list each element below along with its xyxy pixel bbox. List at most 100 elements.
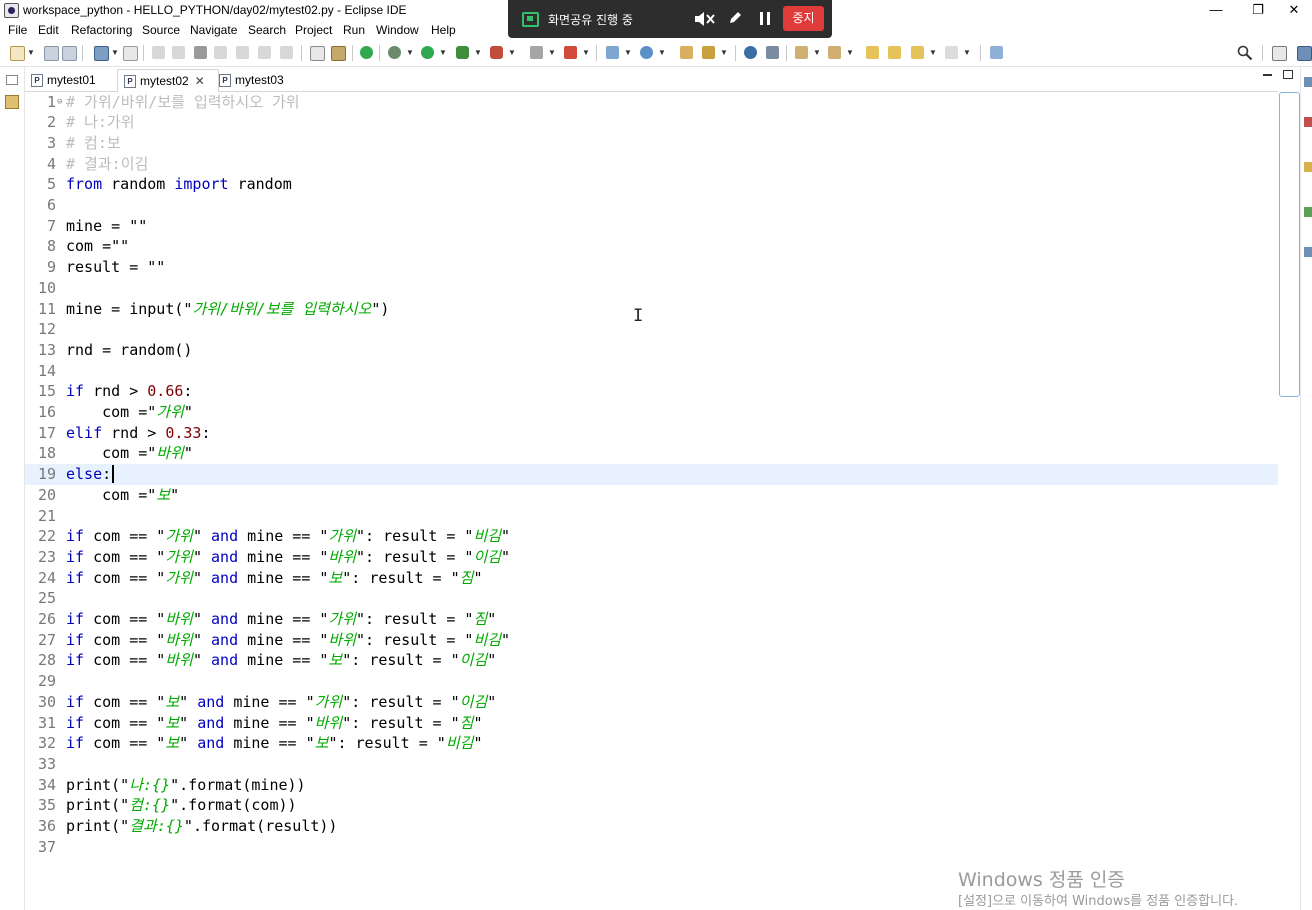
code-line[interactable]: 30 if com == "보" and mine == "가위": result…	[25, 692, 1278, 713]
stop-icon[interactable]	[530, 46, 543, 59]
chevron-down-icon[interactable]: ▼	[111, 48, 119, 57]
terminal-icon[interactable]	[94, 46, 109, 61]
tab-mytest02[interactable]: Pmytest02 ✕	[117, 69, 219, 93]
toggle-icon[interactable]	[331, 46, 346, 61]
search-icon[interactable]	[1237, 45, 1253, 61]
code-line[interactable]: 10	[25, 278, 1278, 299]
package-explorer-icon[interactable]	[5, 95, 19, 109]
console-icon[interactable]	[1304, 207, 1312, 217]
step-over-icon[interactable]	[258, 46, 271, 59]
code-line[interactable]: 34 print("나:{}".format(mine))	[25, 775, 1278, 796]
external-tools-icon[interactable]	[490, 46, 503, 59]
tab-mytest03[interactable]: Pmytest03	[219, 69, 301, 91]
new-project-icon[interactable]	[606, 46, 619, 59]
code-line[interactable]: 2 # 나:가위	[25, 112, 1278, 133]
new-icon[interactable]	[10, 46, 25, 61]
code-line[interactable]: 25	[25, 588, 1278, 609]
maximize-editor-icon[interactable]	[1283, 70, 1293, 79]
python-run-icon[interactable]	[360, 46, 373, 59]
menu-help[interactable]: Help	[431, 23, 456, 37]
code-line[interactable]: 12	[25, 319, 1278, 340]
menu-file[interactable]: File	[8, 23, 27, 37]
code-line[interactable]: 17 elif rnd > 0.33:	[25, 423, 1278, 444]
scrollbar-thumb[interactable]	[1279, 92, 1300, 397]
pen-icon[interactable]	[728, 11, 742, 25]
fold-toggle-icon[interactable]: ⊖	[57, 92, 62, 113]
last-edit-icon[interactable]	[866, 46, 879, 59]
minimize-button[interactable]: —	[1198, 0, 1234, 20]
code-line[interactable]: 19 else:	[25, 464, 1278, 485]
disconnect-icon[interactable]	[214, 46, 227, 59]
open-perspective-icon[interactable]	[1272, 46, 1287, 61]
code-line[interactable]: 5 from random import random	[25, 174, 1278, 195]
code-line[interactable]: 6	[25, 195, 1278, 216]
step-return-icon[interactable]	[280, 46, 293, 59]
code-line[interactable]: 22 if com == "가위" and mine == "가위": resul…	[25, 526, 1278, 547]
code-line[interactable]: 8 com =""	[25, 236, 1278, 257]
open-resource-icon[interactable]	[702, 46, 715, 59]
pause-icon[interactable]	[759, 12, 771, 25]
format-icon[interactable]	[310, 46, 325, 61]
menu-project[interactable]: Project	[295, 23, 332, 37]
code-line[interactable]: 13 rnd = random()	[25, 340, 1278, 361]
close-tab-icon[interactable]: ✕	[195, 74, 205, 88]
step-into-icon[interactable]	[236, 46, 249, 59]
profile-icon[interactable]	[564, 46, 577, 59]
save-icon[interactable]	[44, 46, 59, 61]
code-line[interactable]: 14	[25, 361, 1278, 382]
chevron-down-icon[interactable]: ▼	[720, 48, 728, 57]
code-line[interactable]: 21	[25, 506, 1278, 527]
run-icon[interactable]	[421, 46, 434, 59]
code-line[interactable]: 9 result = ""	[25, 257, 1278, 278]
chevron-down-icon[interactable]: ▼	[406, 48, 414, 57]
close-button[interactable]: ✕	[1276, 0, 1312, 20]
code-line[interactable]: 18 com ="바위"	[25, 443, 1278, 464]
code-line[interactable]: 3 # 컴:보	[25, 133, 1278, 154]
code-line[interactable]: 24 if com == "가위" and mine == "보": result…	[25, 568, 1278, 589]
code-line[interactable]: 16 com ="가위"	[25, 402, 1278, 423]
chevron-down-icon[interactable]: ▼	[582, 48, 590, 57]
forward-edit-icon[interactable]	[888, 46, 901, 59]
web-browser-icon[interactable]	[744, 46, 757, 59]
chevron-down-icon[interactable]: ▼	[846, 48, 854, 57]
code-line[interactable]: 11 mine = input("가위/바위/보를 입력하시오")	[25, 299, 1278, 320]
suspend-icon[interactable]	[172, 46, 185, 59]
terminate-icon[interactable]	[194, 46, 207, 59]
code-line[interactable]: 37	[25, 837, 1278, 858]
menu-edit[interactable]: Edit	[38, 23, 59, 37]
code-line[interactable]: 20 com ="보"	[25, 485, 1278, 506]
pin-editor-icon[interactable]	[990, 46, 1003, 59]
menu-search[interactable]: Search	[248, 23, 286, 37]
chevron-down-icon[interactable]: ▼	[439, 48, 447, 57]
open-type-icon[interactable]	[680, 46, 693, 59]
code-line[interactable]: 4 # 결과:이김	[25, 154, 1278, 175]
menu-navigate[interactable]: Navigate	[190, 23, 237, 37]
save-all-icon[interactable]	[62, 46, 77, 61]
tasks-icon[interactable]	[1304, 162, 1312, 172]
previous-annotation-icon[interactable]	[828, 46, 841, 59]
menu-refactoring[interactable]: Refactoring	[71, 23, 132, 37]
problems-icon[interactable]	[1304, 117, 1312, 127]
chevron-down-icon[interactable]: ▼	[508, 48, 516, 57]
code-line[interactable]: 33	[25, 754, 1278, 775]
code-line[interactable]: 27 if com == "바위" and mine == "바위": resul…	[25, 630, 1278, 651]
code-line[interactable]: 29	[25, 671, 1278, 692]
mute-icon[interactable]	[694, 11, 716, 27]
code-line[interactable]: 7 mine = ""	[25, 216, 1278, 237]
pydev-package-icon[interactable]	[1304, 247, 1312, 257]
chevron-down-icon[interactable]: ▼	[658, 48, 666, 57]
tab-mytest01[interactable]: Pmytest01	[31, 69, 113, 91]
pydev-perspective-icon[interactable]	[1297, 46, 1312, 61]
menu-run[interactable]: Run	[343, 23, 365, 37]
code-line[interactable]: 35 print("컴:{}".format(com))	[25, 795, 1278, 816]
chevron-down-icon[interactable]: ▼	[548, 48, 556, 57]
chevron-down-icon[interactable]: ▼	[474, 48, 482, 57]
back-arrow-icon[interactable]	[911, 46, 924, 59]
outline-icon[interactable]	[1304, 77, 1312, 87]
code-line[interactable]: 36 print("결과:{}".format(result))	[25, 816, 1278, 837]
next-annotation-icon[interactable]	[795, 46, 808, 59]
forward-arrow-icon[interactable]	[945, 46, 958, 59]
code-line[interactable]: 31 if com == "보" and mine == "바위": result…	[25, 713, 1278, 734]
code-line[interactable]: 32 if com == "보" and mine == "보": result …	[25, 733, 1278, 754]
code-line[interactable]: 1 # 가위/바위/보를 입력하시오 가위 ⊖	[25, 92, 1278, 113]
